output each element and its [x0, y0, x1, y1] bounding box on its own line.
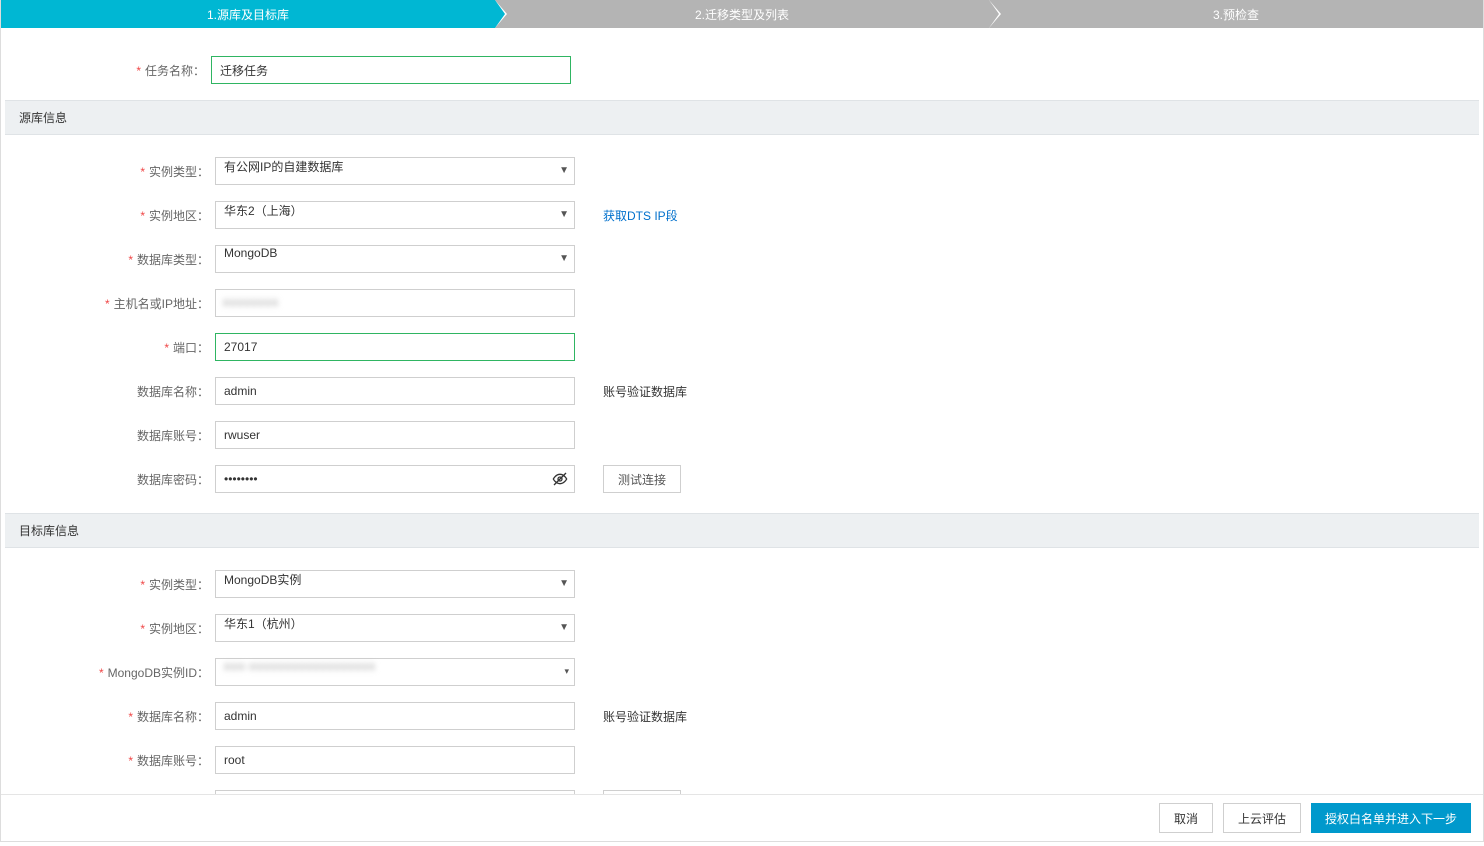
source-account-label: 数据库账号：	[15, 427, 215, 444]
steps-bar: 1.源库及目标库 2.迁移类型及列表 3.预检查	[1, 0, 1483, 28]
target-section-header: 目标库信息	[5, 513, 1479, 548]
source-password-label: 数据库密码：	[15, 471, 215, 488]
step-3-precheck[interactable]: 3.预检查	[989, 0, 1483, 28]
authorize-next-button[interactable]: 授权白名单并进入下一步	[1311, 803, 1471, 833]
source-instance-type-label: *实例类型：	[15, 163, 215, 180]
source-db-type-label: *数据库类型：	[15, 251, 215, 268]
source-region-label: *实例地区：	[15, 207, 215, 224]
target-region-select[interactable]: 华东1（杭州） ▼	[215, 614, 575, 642]
step-label: 3.预检查	[1213, 6, 1259, 23]
target-instance-id-select[interactable]: xxx-xxxxxxxxxxxxxxxxxx ▾	[215, 658, 575, 686]
footer-bar: 取消 上云评估 授权白名单并进入下一步	[1, 794, 1483, 841]
target-dbname-input[interactable]	[215, 702, 575, 730]
source-dbname-label: 数据库名称：	[15, 383, 215, 400]
target-instance-id-masked: xxx-xxxxxxxxxxxxxxxxxx	[224, 659, 376, 673]
source-instance-type-select[interactable]: 有公网IP的自建数据库 ▼	[215, 157, 575, 185]
cloud-assess-button[interactable]: 上云评估	[1223, 803, 1301, 833]
get-dts-ip-link[interactable]: 获取DTS IP段	[603, 207, 678, 224]
source-section-header: 源库信息	[5, 100, 1479, 135]
step-1-source-target[interactable]: 1.源库及目标库	[1, 0, 495, 28]
task-name-input[interactable]	[211, 56, 571, 84]
source-host-label: *主机名或IP地址：	[15, 295, 215, 312]
eye-icon[interactable]	[551, 470, 569, 488]
step-2-type-list[interactable]: 2.迁移类型及列表	[495, 0, 989, 28]
source-port-input[interactable]	[215, 333, 575, 361]
step-label: 2.迁移类型及列表	[695, 6, 789, 23]
source-dbname-input[interactable]	[215, 377, 575, 405]
source-account-input[interactable]	[215, 421, 575, 449]
target-dbname-label: *数据库名称：	[15, 708, 215, 725]
target-dbname-note: 账号验证数据库	[603, 708, 687, 725]
source-db-type-select[interactable]: MongoDB ▼	[215, 245, 575, 273]
source-region-select[interactable]: 华东2（上海） ▼	[215, 201, 575, 229]
target-instance-type-select[interactable]: MongoDB实例 ▼	[215, 570, 575, 598]
cancel-button[interactable]: 取消	[1159, 803, 1213, 833]
source-test-connection-button[interactable]: 测试连接	[603, 465, 681, 493]
step-label: 1.源库及目标库	[207, 6, 289, 23]
source-password-input[interactable]	[215, 465, 575, 493]
source-host-masked: xxxxxxxx	[223, 295, 279, 309]
source-dbname-note: 账号验证数据库	[603, 383, 687, 400]
task-name-label: *任务名称：	[11, 62, 211, 79]
target-instance-type-label: *实例类型：	[15, 576, 215, 593]
target-account-label: *数据库账号：	[15, 752, 215, 769]
target-instance-id-label: *MongoDB实例ID：	[15, 664, 215, 681]
source-port-label: *端口：	[15, 339, 215, 356]
target-account-input[interactable]	[215, 746, 575, 774]
target-region-label: *实例地区：	[15, 620, 215, 637]
